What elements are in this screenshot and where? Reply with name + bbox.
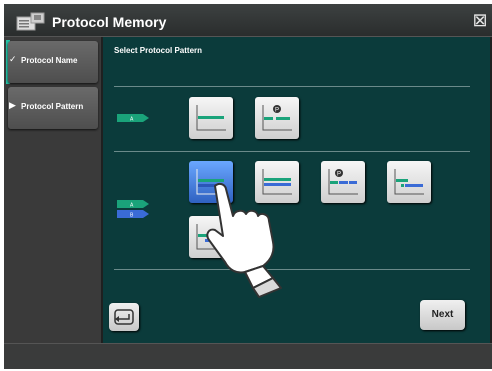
pattern-a-pause-icon: P (262, 105, 292, 131)
page-title: Select Protocol Pattern (114, 46, 203, 55)
pattern-tile[interactable]: P (321, 161, 365, 203)
app-title: Protocol Memory (52, 14, 167, 30)
pattern-tile[interactable] (387, 161, 431, 203)
close-icon[interactable]: ⊠ (470, 10, 490, 30)
pattern-tile[interactable] (189, 97, 233, 139)
sidebar-item-label: Protocol Pattern (21, 102, 84, 111)
play-icon: ▶ (9, 100, 16, 110)
footer-bar (4, 343, 492, 369)
pattern-ab-pause-icon: P (328, 169, 358, 195)
pattern-ab-sequential-icon (394, 169, 424, 195)
row-divider (114, 86, 470, 87)
protocol-memory-icon (16, 12, 45, 31)
svg-text:P: P (275, 108, 279, 114)
sidebar-item-protocol-pattern[interactable]: ▶ Protocol Pattern (8, 87, 98, 129)
pointing-hand-icon (206, 182, 282, 298)
sidebar-item-protocol-name[interactable]: ✓ Protocol Name (8, 41, 98, 83)
row-divider (114, 151, 470, 152)
pattern-tile[interactable]: P (255, 97, 299, 139)
channel-ab-indicator-icon: A B (117, 200, 149, 219)
pattern-a-icon (196, 105, 226, 131)
back-icon (114, 309, 134, 325)
check-icon: ✓ (9, 54, 17, 64)
next-button[interactable]: Next (420, 300, 465, 330)
channel-a-indicator-icon: A (117, 114, 149, 123)
sidebar-item-label: Protocol Name (21, 56, 78, 65)
title-bar: Protocol Memory ⊠ (4, 4, 492, 37)
svg-text:P: P (337, 172, 341, 178)
back-button[interactable] (109, 303, 139, 331)
